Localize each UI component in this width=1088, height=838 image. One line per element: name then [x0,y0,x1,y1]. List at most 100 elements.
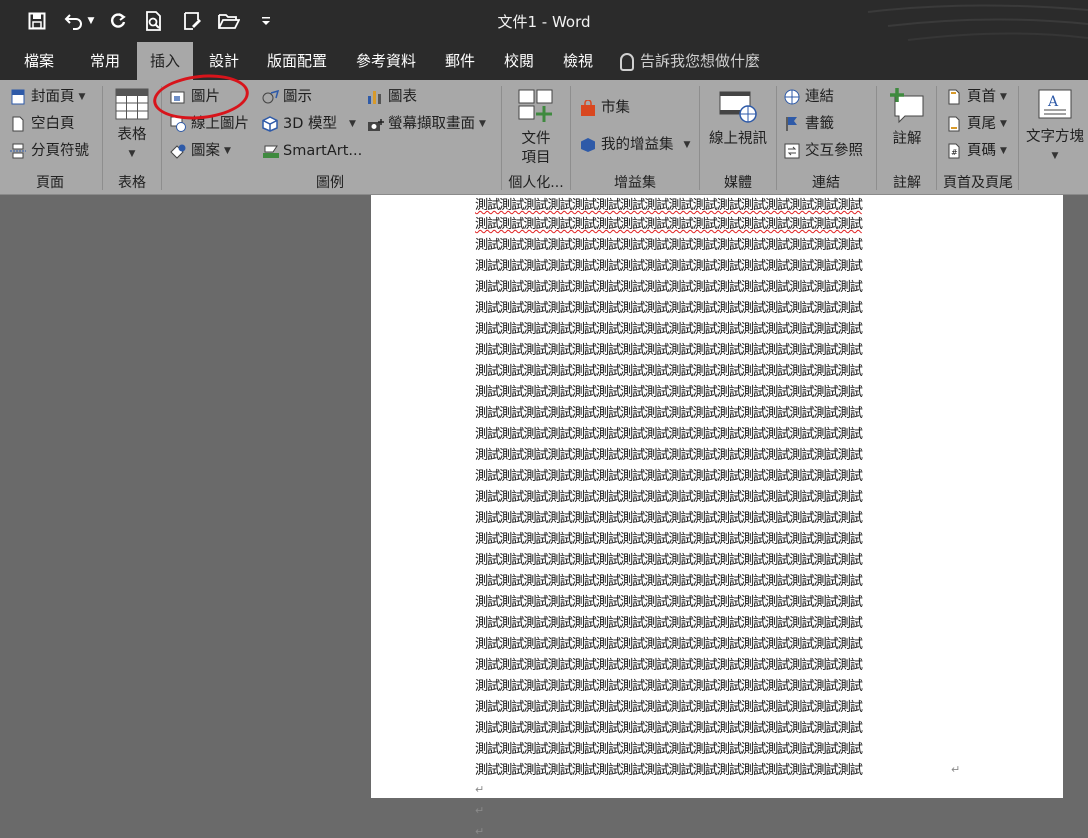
cover-page-icon [10,89,26,105]
shapes-label: 圖案 [191,143,220,159]
my-addins-label: 我的增益集 [601,137,674,153]
group-label-header-footer: 頁首及頁尾 [943,175,1013,191]
link-button[interactable]: 連結 [784,86,834,108]
tab-file[interactable]: 檔案 [14,42,64,80]
group-label-illustrations: 圖例 [316,175,344,191]
shapes-icon [170,143,186,159]
tab-references[interactable]: 參考資料 [349,42,423,80]
text-line: 測試測試測試測試測試測試測試測試測試測試測試測試測試測試測試測試 [475,385,863,400]
group-separator [570,86,571,190]
svg-text:A: A [1047,94,1059,110]
tell-me-text: 告訴我您想做什麼 [640,52,761,70]
document-item-label-1: 文件 [521,131,551,147]
group-label-media: 媒體 [724,175,752,191]
page-break-button[interactable]: 分頁符號 [10,140,89,162]
tab-view[interactable]: 檢視 [554,42,602,80]
textbox-button[interactable]: A 文字方塊 ▼ [1022,88,1088,166]
text-line: 測試測試測試測試測試測試測試測試測試測試測試測試測試測試測試測試 [475,616,863,631]
cross-reference-label: 交互參照 [805,143,863,159]
online-video-label: 線上視訊 [709,131,767,147]
icons-button[interactable]: 圖示 [262,86,312,108]
smartart-icon [262,143,279,159]
header-label: 頁首 [967,89,996,105]
store-icon [580,99,596,116]
cover-page-button[interactable]: 封面頁 ▼ [10,86,85,108]
cross-reference-button[interactable]: 交互參照 [784,140,863,162]
tab-review[interactable]: 校閱 [495,42,543,80]
shapes-button[interactable]: 圖案 ▼ [170,140,231,162]
group-separator [699,86,700,190]
group-separator [776,86,777,190]
smartart-button[interactable]: SmartArt... [262,140,362,162]
group-label-links: 連結 [812,175,840,191]
group-label-personal: 個人化... [508,175,564,191]
text-line: 測試測試測試測試測試測試測試測試測試測試測試測試測試測試測試測試 [475,532,863,547]
screenshot-icon [367,116,384,132]
group-label-tables: 表格 [118,175,146,191]
3d-models-button[interactable]: 3D 模型 ▼ [262,113,356,135]
paragraph-mark: ↵ [475,804,485,817]
paragraph-mark: ↵ [951,763,961,776]
tab-insert[interactable]: 插入 [137,42,193,80]
tab-mailings[interactable]: 郵件 [436,42,484,80]
online-video-button[interactable]: 線上視訊 [704,88,772,149]
bookmark-button[interactable]: 書籤 [784,113,834,135]
chart-button[interactable]: 圖表 [367,86,417,108]
text-line: 測試測試測試測試測試測試測試測試測試測試測試測試測試測試測試測試 [475,238,863,253]
text-line: 測試測試測試測試測試測試測試測試測試測試測試測試測試測試測試測試 [475,448,863,463]
footer-button[interactable]: 頁尾 ▼ [946,113,1007,135]
text-line: 測試測試測試測試測試測試測試測試測試測試測試測試測試測試測試測試 [475,574,863,589]
textbox-label: 文字方塊 [1026,129,1084,145]
document-item-label-2: 項目 [521,150,551,166]
svg-text:#: # [951,148,958,157]
icons-icon [262,89,280,105]
text-line: 測試測試測試測試測試測試測試測試測試測試測試測試測試測試測試測試 [475,658,863,673]
group-label-addins: 增益集 [614,175,656,191]
tab-layout[interactable]: 版面配置 [260,42,334,80]
group-separator [936,86,937,190]
document-item-icon [518,89,553,122]
textbox-icon: A [1038,89,1072,119]
text-line: 測試測試測試測試測試測試測試測試測試測試測試測試測試測試測試測試 [475,721,863,736]
tell-me-box[interactable]: 告訴我您想做什麼 [620,42,760,80]
chart-label: 圖表 [388,89,417,105]
text-line: 測試測試測試測試測試測試測試測試測試測試測試測試測試測試測試測試 [475,364,863,379]
page-number-icon: # [946,143,962,159]
document-area: 測試測試測試測試測試測試測試測試測試測試測試測試測試測試測試測試 測試測試測試測… [0,195,1088,838]
group-separator [102,86,103,190]
text-line: 測試測試測試測試測試測試測試測試測試測試測試測試測試測試測試測試 [475,763,863,778]
text-line: 測試測試測試測試測試測試測試測試測試測試測試測試測試測試測試測試 [475,406,863,421]
page-break-icon [10,143,26,159]
cover-page-label: 封面頁 [31,89,75,105]
table-button[interactable]: 表格 ▼ [108,88,156,164]
page-number-button[interactable]: # 頁碼 ▼ [946,140,1007,162]
text-line: 測試測試測試測試測試測試測試測試測試測試測試測試測試測試測試測試 [475,427,863,442]
bookmark-icon [784,116,800,132]
footer-label: 頁尾 [967,116,996,132]
bookmark-label: 書籤 [805,116,834,132]
document-item-button[interactable]: 文件 項目 [508,88,564,168]
group-separator [501,86,502,190]
text-line: 測試測試測試測試測試測試測試測試測試測試測試測試測試測試測試測試 [475,280,863,295]
comment-button[interactable]: 註解 [882,88,932,149]
screenshot-button[interactable]: 螢幕擷取畫面 ▼ [367,113,486,135]
blank-page-button[interactable]: 空白頁 [10,113,75,135]
text-line: 測試測試測試測試測試測試測試測試測試測試測試測試測試測試測試測試 [475,553,863,568]
text-line: 測試測試測試測試測試測試測試測試測試測試測試測試測試測試測試測試 [475,511,863,526]
store-button[interactable]: 市集 [580,97,630,119]
text-line: 測試測試測試測試測試測試測試測試測試測試測試測試測試測試測試測試 [475,301,863,316]
document-page[interactable]: 測試測試測試測試測試測試測試測試測試測試測試測試測試測試測試測試 測試測試測試測… [371,195,1063,838]
page-break-label: 分頁符號 [31,143,89,159]
link-icon [784,89,800,105]
store-label: 市集 [601,100,630,116]
my-addins-button[interactable]: 我的增益集 ▼ [580,134,690,156]
online-video-icon [719,91,757,123]
header-button[interactable]: 頁首 ▼ [946,86,1007,108]
paragraph-mark: ↵ [475,783,485,796]
text-line: 測試測試測試測試測試測試測試測試測試測試測試測試測試測試測試測試 [475,259,863,274]
group-separator [1018,86,1019,190]
textbox-caret-icon: ▼ [1051,151,1059,161]
tab-home[interactable]: 常用 [80,42,130,80]
3d-models-label: 3D 模型 [283,116,337,132]
comment-icon [890,88,924,124]
